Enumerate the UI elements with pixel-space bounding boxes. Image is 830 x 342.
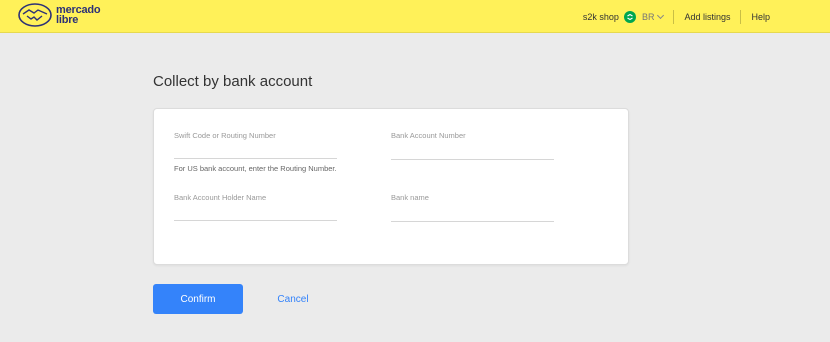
country-selector[interactable]: BR — [641, 11, 665, 22]
cancel-button[interactable]: Cancel — [258, 284, 328, 314]
bank-name-label: Bank name — [391, 193, 429, 202]
help-link[interactable]: Help — [751, 12, 770, 22]
shop-status-icon — [623, 10, 636, 23]
shop-selector[interactable]: s2k shop BR — [582, 10, 665, 23]
brand-name: mercado libre — [56, 5, 101, 26]
header-menu: s2k shop BR Add listings Help — [583, 0, 770, 33]
top-navigation-bar: mercado libre s2k shop BR Add listings H… — [0, 0, 830, 33]
swift-routing-help-text: For US bank account, enter the Routing N… — [174, 164, 337, 173]
holder-name-input[interactable] — [174, 220, 337, 221]
bank-name-input[interactable] — [391, 221, 554, 222]
chevron-down-icon — [657, 11, 665, 19]
bank-account-form: Swift Code or Routing Number For US bank… — [153, 108, 629, 265]
confirm-button[interactable]: Confirm — [153, 284, 243, 314]
account-number-input[interactable] — [391, 159, 554, 160]
header-divider — [740, 9, 742, 24]
swift-routing-input[interactable] — [174, 158, 337, 159]
shop-name: s2k shop — [582, 11, 619, 22]
swift-routing-label: Swift Code or Routing Number — [174, 131, 276, 140]
header-divider — [673, 9, 675, 24]
account-number-field[interactable]: Bank Account Number — [391, 131, 554, 160]
brand-line-2: libre — [56, 14, 79, 26]
swift-routing-field[interactable]: Swift Code or Routing Number For US bank… — [174, 131, 337, 173]
page-title: Collect by bank account — [153, 73, 313, 90]
bank-name-field[interactable]: Bank name — [391, 193, 554, 222]
holder-name-field[interactable]: Bank Account Holder Name — [174, 193, 337, 221]
mercado-libre-logo[interactable]: mercado libre — [18, 3, 101, 27]
add-listings-link[interactable]: Add listings — [684, 12, 730, 22]
handshake-logo-icon — [18, 3, 52, 27]
account-number-label: Bank Account Number — [391, 131, 466, 140]
holder-name-label: Bank Account Holder Name — [174, 193, 267, 202]
country-code: BR — [641, 11, 655, 22]
